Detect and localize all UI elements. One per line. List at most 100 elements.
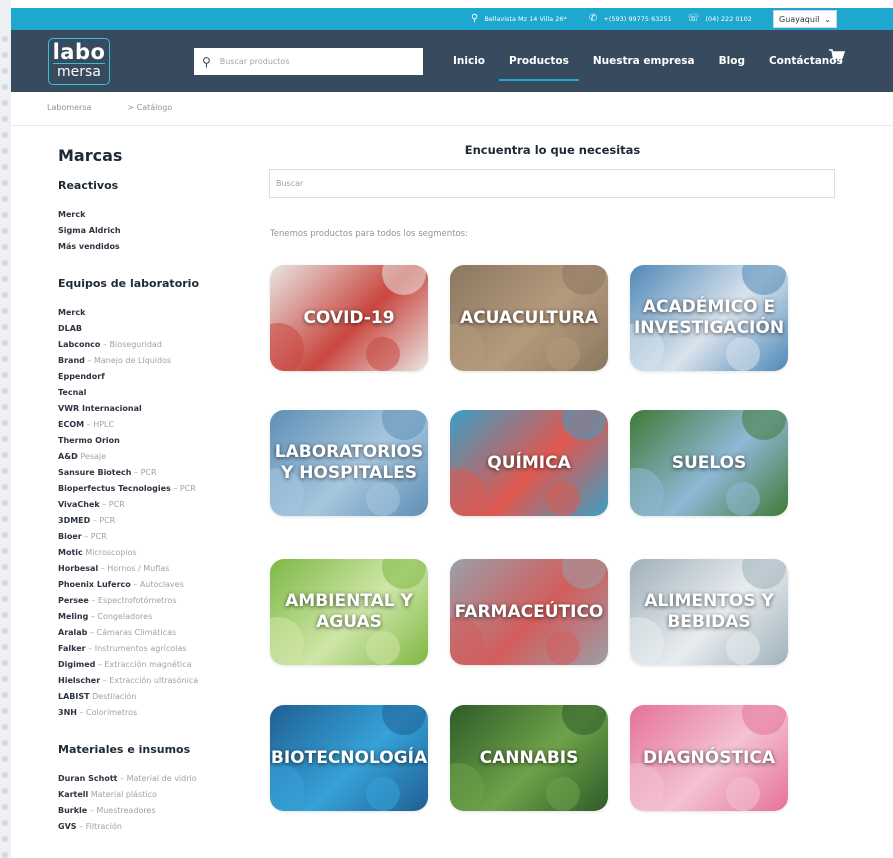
sidebar-brand-item[interactable]: Eppendorf — [58, 369, 248, 385]
brand-description: – Espectrofotómetros — [88, 596, 177, 605]
sidebar-brand-item[interactable]: Más vendidos — [58, 239, 248, 255]
sidebar-brand-item[interactable]: GVS – Filtración — [58, 819, 248, 835]
margin-dot — [2, 596, 8, 602]
cart-icon[interactable] — [829, 49, 846, 67]
segment-tile[interactable]: LABORATORIOS Y HOSPITALES — [270, 410, 428, 516]
tile-photo-detail — [562, 559, 606, 589]
sidebar-brand-item[interactable]: 3NH – Colorímetros — [58, 705, 248, 721]
segment-tile[interactable]: COVID-19 — [270, 265, 428, 371]
sidebar-brand-item[interactable]: Kartell Material plástico — [58, 787, 248, 803]
sidebar-brand-item[interactable]: LABIST Destilación — [58, 689, 248, 705]
catalog-search-input[interactable] — [276, 179, 816, 188]
segment-tile-label: AMBIENTAL Y AGUAS — [285, 591, 413, 632]
segment-tile-label: ALIMENTOS Y BEBIDAS — [644, 591, 774, 632]
sidebar-brand-item[interactable]: Persee – Espectrofotómetros — [58, 593, 248, 609]
sidebar-brand-item[interactable]: A&D Pesaje — [58, 449, 248, 465]
segment-tile[interactable]: AMBIENTAL Y AGUAS — [270, 559, 428, 665]
tile-photo-detail — [366, 777, 400, 811]
sidebar-brand-item[interactable]: Aralab – Cámaras Climáticas — [58, 625, 248, 641]
breadcrumb-current: > Catálogo — [127, 103, 173, 112]
sidebar-brand-item[interactable]: Hielscher – Extracción ultrasónica — [58, 673, 248, 689]
segment-tile[interactable]: SUELOS — [630, 410, 788, 516]
tile-photo-detail — [562, 265, 606, 295]
nav-inicio[interactable]: Inicio — [453, 55, 485, 67]
margin-dot — [2, 228, 8, 234]
whatsapp-info[interactable]: ✆ +(593) 99775 63251 — [589, 8, 672, 30]
city-select[interactable]: Guayaquil ⌄ — [773, 10, 837, 28]
margin-dot — [2, 612, 8, 618]
sidebar-section-heading: Reactivos — [58, 179, 119, 192]
sidebar-brand-item[interactable]: Duran Schott – Material de vidrio — [58, 771, 248, 787]
sidebar-brand-item[interactable]: Falker – Instrumentos agrícolas — [58, 641, 248, 657]
segment-tile-label: LABORATORIOS Y HOSPITALES — [274, 442, 424, 483]
brand-name: VWR Internacional — [58, 404, 142, 413]
sidebar-brand-item[interactable]: Labconco – Bioseguridad — [58, 337, 248, 353]
sidebar-brand-item[interactable]: Phoenix Luferco – Autoclaves — [58, 577, 248, 593]
breadcrumb: Labomersa > Catálogo — [47, 103, 172, 112]
segment-tile[interactable]: ALIMENTOS Y BEBIDAS — [630, 559, 788, 665]
brand-name: Falker — [58, 644, 86, 653]
tile-photo-detail — [726, 482, 760, 516]
segment-tile[interactable]: FARMACEÚTICO — [450, 559, 608, 665]
margin-dot — [2, 484, 8, 490]
sidebar-brand-item[interactable]: Sansure Biotech – PCR — [58, 465, 248, 481]
sidebar-brand-item[interactable]: Motic Microscopios — [58, 545, 248, 561]
tile-photo-detail — [546, 482, 580, 516]
sidebar-brand-item[interactable]: Meling – Congeladores — [58, 609, 248, 625]
city-select-value: Guayaquil — [779, 14, 820, 24]
brand-name: Sigma Aldrich — [58, 226, 121, 235]
margin-dot — [2, 468, 8, 474]
brand-description: – Colorímetros — [76, 708, 138, 717]
phone-icon: ☏ — [687, 13, 700, 24]
segment-tile[interactable]: BIOTECNOLOGÍA — [270, 705, 428, 811]
tile-photo-detail — [546, 777, 580, 811]
sidebar-brand-item[interactable]: Sigma Aldrich — [58, 223, 248, 239]
sidebar-brand-item[interactable]: Merck — [58, 207, 248, 223]
sidebar-sections: Reactivos Merck Sigma Aldrich Más vendidos E… — [58, 179, 248, 835]
sidebar-brand-item[interactable]: Burkle – Muestreadores — [58, 803, 248, 819]
segment-tile[interactable]: QUÍMICA — [450, 410, 608, 516]
search-icon[interactable]: ⚲ — [202, 55, 211, 69]
sidebar-brand-item[interactable]: Thermo Orion — [58, 433, 248, 449]
phone-info[interactable]: ☏ (04) 222 0102 — [687, 8, 752, 30]
nav-productos[interactable]: Productos — [499, 55, 579, 81]
margin-dot — [2, 516, 8, 522]
brand-description: – Material de vidrio — [117, 774, 197, 783]
header-search-input[interactable] — [219, 57, 400, 66]
nav-blog[interactable]: Blog — [719, 55, 745, 67]
tile-photo-detail — [270, 763, 304, 811]
segment-tile[interactable]: CANNABIS — [450, 705, 608, 811]
segment-tile[interactable]: ACUACULTURA — [450, 265, 608, 371]
brand-description: – Extracción magnética — [95, 660, 192, 669]
labomersa-logo[interactable]: labo mersa — [48, 38, 110, 85]
sidebar-brand-item[interactable]: Brand – Manejo de Líquidos — [58, 353, 248, 369]
logo-line1: labo — [52, 40, 106, 64]
logo-line2: mersa — [53, 63, 105, 81]
margin-dot — [2, 452, 8, 458]
sidebar-brand-item[interactable]: DLAB — [58, 321, 248, 337]
nav-nuestra-empresa[interactable]: Nuestra empresa — [593, 55, 695, 67]
margin-dot — [2, 276, 8, 282]
sidebar-brand-item[interactable]: 3DMED – PCR — [58, 513, 248, 529]
brand-name: Tecnal — [58, 388, 87, 397]
brand-description: – Bioseguridad — [100, 340, 162, 349]
sidebar-brand-item[interactable]: VivaChek – PCR — [58, 497, 248, 513]
brand-description: – Cámaras Climáticas — [87, 628, 177, 637]
sidebar-brand-item[interactable]: VWR Internacional — [58, 401, 248, 417]
sidebar-brand-item[interactable]: Bioer – PCR — [58, 529, 248, 545]
sidebar-brand-item[interactable]: Bioperfectus Tecnologies – PCR — [58, 481, 248, 497]
sidebar-brand-item[interactable]: Horbesal – Hornos / Muflas — [58, 561, 248, 577]
sidebar-brand-item[interactable]: Merck — [58, 305, 248, 321]
margin-dot — [2, 756, 8, 762]
segment-tile[interactable]: DIAGNÓSTICA — [630, 705, 788, 811]
segment-tile[interactable]: ACADÉMICO E INVESTIGACIÓN — [630, 265, 788, 371]
brand-name: Brand — [58, 356, 85, 365]
brand-name: Sansure Biotech — [58, 468, 132, 477]
breadcrumb-home[interactable]: Labomersa — [47, 103, 91, 112]
segment-tile-label: ACUACULTURA — [459, 307, 599, 328]
sidebar-brand-item[interactable]: Digimed – Extracción magnética — [58, 657, 248, 673]
sidebar-brand-item[interactable]: Tecnal — [58, 385, 248, 401]
sidebar-brand-item[interactable]: ECOM – HPLC — [58, 417, 248, 433]
margin-dot — [2, 260, 8, 266]
margin-dot — [2, 804, 8, 810]
